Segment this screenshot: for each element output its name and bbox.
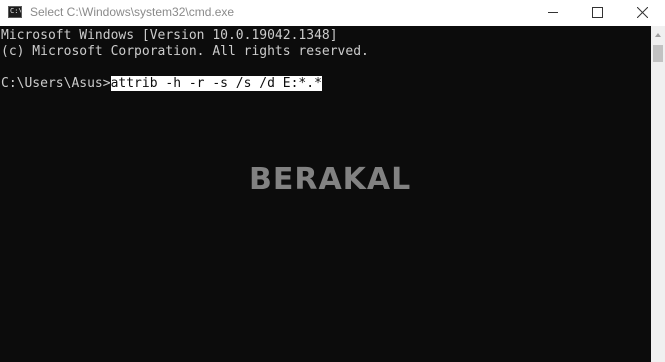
watermark: BERAKAL <box>249 162 412 197</box>
vertical-scrollbar[interactable] <box>651 26 665 362</box>
window-title: Select C:\Windows\system32\cmd.exe <box>30 5 235 19</box>
scroll-up-arrow-icon[interactable] <box>651 26 665 43</box>
prompt-line[interactable]: C:\Users\Asus>attrib -h -r -s /s /d E:*.… <box>1 76 322 92</box>
selected-command[interactable]: attrib -h -r -s /s /d E:*.* <box>110 76 322 91</box>
close-icon <box>637 7 648 18</box>
maximize-button[interactable] <box>575 0 621 26</box>
title-bar[interactable]: C:\ Select C:\Windows\system32\cmd.exe <box>0 0 665 26</box>
prompt: C:\Users\Asus> <box>1 76 111 91</box>
scroll-thumb[interactable] <box>653 45 663 62</box>
console-line: Microsoft Windows [Version 10.0.19042.13… <box>1 28 338 43</box>
close-button[interactable] <box>620 0 665 26</box>
console-line: (c) Microsoft Corporation. All rights re… <box>1 44 369 59</box>
cmd-icon[interactable]: C:\ <box>8 6 22 18</box>
console-output[interactable]: Microsoft Windows [Version 10.0.19042.13… <box>0 26 651 362</box>
minimize-button[interactable] <box>530 0 576 26</box>
